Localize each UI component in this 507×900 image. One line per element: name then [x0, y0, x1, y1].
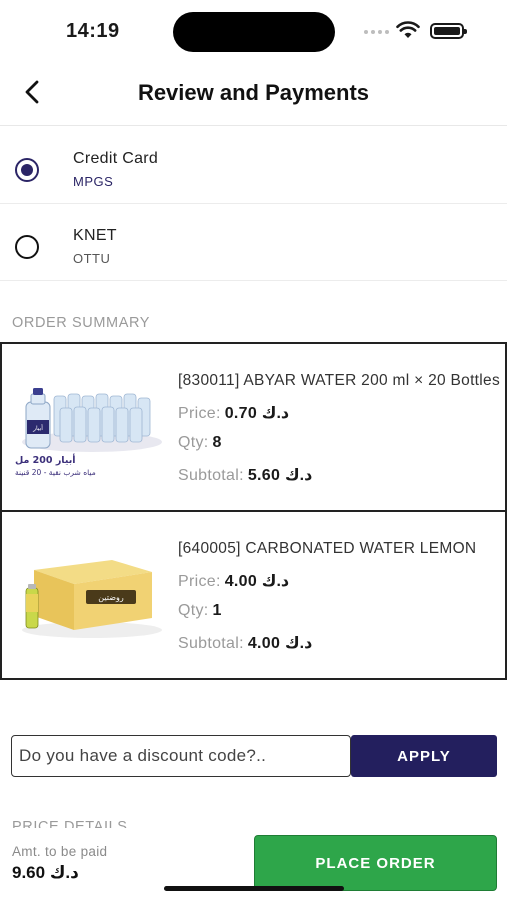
page-title: Review and Payments: [137, 80, 370, 105]
payment-provider: MPGS: [73, 174, 114, 189]
order-summary-heading: ORDER SUMMARY: [12, 315, 151, 331]
home-indicator: [164, 886, 344, 891]
payment-method-name: KNET: [73, 227, 117, 244]
subtotal-label: Subtotal:: [178, 467, 244, 484]
cellular-signal-icon: [364, 30, 389, 34]
radio-unselected-icon[interactable]: [15, 235, 39, 259]
price-label: Price:: [178, 405, 221, 422]
box-brand-text: روضتين: [98, 593, 124, 602]
radio-selected-icon[interactable]: [15, 158, 39, 182]
water-bottles-pack-image: أبيار أبيار 200 مل مياه شرب نقية - 20 قن…: [15, 388, 162, 477]
header: Review and Payments: [0, 62, 507, 126]
item-title: [640005] CARBONATED WATER LEMON: [178, 540, 477, 557]
carbonated-water-box-image: روضتين: [22, 560, 162, 638]
price-label: Price:: [178, 573, 221, 590]
status-bar: 14:19: [0, 0, 507, 62]
image-caption-2: مياه شرب نقية - 20 قنينة: [15, 468, 96, 477]
payment-provider: OTTU: [73, 251, 111, 266]
subtotal-label: Subtotal:: [178, 635, 244, 652]
wifi-icon: [396, 21, 420, 38]
item-subtotal: 4.00 د.ك: [247, 635, 313, 652]
price-details-heading: PRICE DETAILS: [12, 820, 128, 828]
qty-label: Qty:: [178, 602, 209, 619]
item-qty-row: Qty: 8: [178, 434, 222, 452]
order-item[interactable]: روضتين [640005] CARBONATED WATER LEMON P…: [0, 510, 507, 680]
item-qty-row: Qty: 1: [178, 602, 222, 620]
apply-discount-button[interactable]: APPLY: [351, 735, 497, 777]
amount-label: Amt. to be paid: [12, 844, 108, 859]
item-subtotal-row: Subtotal: 4.00 د.ك: [178, 633, 312, 653]
item-subtotal-row: Subtotal: 5.60 د.ك: [178, 465, 312, 485]
item-title: [830011] ABYAR WATER 200 ml × 20 Bottles: [178, 372, 501, 389]
battery-icon: [430, 23, 467, 39]
payment-option-knet[interactable]: KNET OTTU: [0, 204, 507, 281]
qty-label: Qty:: [178, 434, 209, 451]
discount-code-input[interactable]: [11, 735, 351, 777]
item-price: 4.00 د.ك: [224, 573, 290, 590]
item-price: 0.70 د.ك: [224, 405, 290, 422]
order-item[interactable]: أبيار أبيار 200 مل مياه شرب نقية - 20 قن…: [0, 342, 507, 512]
item-subtotal: 5.60 د.ك: [247, 467, 313, 484]
item-price-row: Price: 4.00 د.ك: [178, 571, 289, 591]
item-qty: 8: [212, 434, 222, 451]
payment-option-credit-card[interactable]: Credit Card MPGS: [0, 127, 507, 204]
image-caption-1: أبيار 200 مل: [15, 453, 76, 466]
dynamic-island: [173, 12, 335, 52]
item-qty: 1: [212, 602, 222, 619]
payment-method-name: Credit Card: [73, 150, 159, 167]
image-brand-text: أبيار: [32, 424, 43, 432]
amount-value: 9.60 د.ك: [12, 863, 79, 882]
status-time: 14:19: [66, 20, 120, 42]
item-price-row: Price: 0.70 د.ك: [178, 403, 289, 423]
place-order-button[interactable]: PLACE ORDER: [254, 835, 497, 891]
